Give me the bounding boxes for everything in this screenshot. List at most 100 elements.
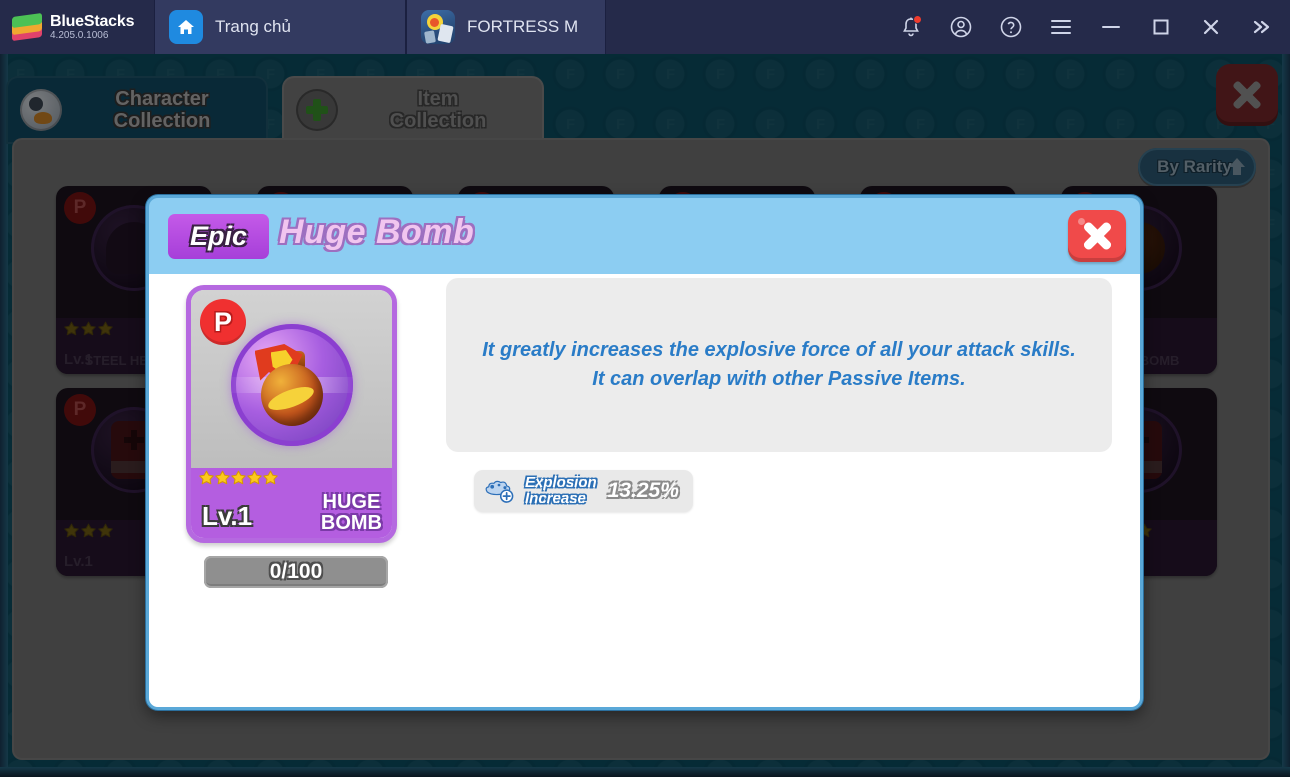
titlebar-spacer [606, 0, 886, 54]
bluestacks-version: 4.205.0.1006 [50, 29, 109, 41]
dialog-close-button[interactable] [1068, 210, 1126, 262]
item-detail-dialog: Epic Huge Bomb P Lv.1 HUGE BOMB 0/100 It… [146, 195, 1143, 710]
star-icon [247, 470, 262, 490]
frame-right-edge [1282, 54, 1290, 777]
item-card-level: Lv.1 [202, 501, 253, 531]
star-icon [81, 321, 96, 336]
bomb-orb-icon [230, 324, 353, 446]
passive-tag-label: P [213, 306, 232, 337]
background-letter: F [1116, 66, 1126, 83]
star-icon [215, 470, 230, 490]
explosion-increase-icon [485, 480, 514, 503]
item-card-name-line2: BOMB [320, 512, 382, 534]
background-letter: F [766, 66, 776, 83]
star-icon [81, 523, 96, 538]
background-letter: F [666, 66, 676, 83]
notification-badge [913, 15, 922, 24]
background-letter: F [1116, 116, 1126, 133]
item-card-artwork: P [191, 290, 392, 480]
star-icon [199, 470, 214, 485]
close-button[interactable] [1186, 0, 1236, 54]
item-card-level: Lv.1 [64, 553, 93, 570]
tab-item-line1: Item [417, 88, 459, 110]
stat-value: 13.25% [607, 479, 679, 502]
bluestacks-brand: BlueStacks 4.205.0.1006 [0, 0, 154, 54]
background-letter: F [616, 66, 626, 83]
sort-by-rarity-label: By Rarity [1157, 157, 1232, 176]
close-icon [1231, 79, 1263, 111]
item-card-name-line1: HUGE [322, 491, 381, 513]
minimize-button[interactable] [1086, 0, 1136, 54]
help-button[interactable] [986, 0, 1036, 54]
star-icon [231, 470, 246, 490]
tab-item-collection-label: Item Collection [348, 88, 544, 132]
stat-label-line2: Increase [525, 490, 586, 507]
star-icon [215, 470, 230, 485]
star-icon [247, 470, 262, 485]
sort-by-rarity-button[interactable]: By Rarity [1138, 148, 1256, 186]
bluestacks-name: BlueStacks [50, 12, 135, 30]
star-icon [98, 321, 113, 336]
background-letter: F [1066, 66, 1076, 83]
background-letter: F [966, 116, 976, 133]
notifications-button[interactable] [886, 0, 936, 54]
tab-fortress-m[interactable]: FORTRESS M [406, 0, 606, 54]
frame-bottom-edge [0, 767, 1290, 777]
item-progress-label: 0/100 [269, 560, 323, 583]
expand-sidebar-button[interactable] [1236, 0, 1286, 54]
tab-trang-chu[interactable]: Trang chủ [154, 0, 406, 54]
game-icon [421, 10, 455, 44]
background-letter: F [916, 66, 926, 83]
background-letter: F [766, 116, 776, 133]
rarity-badge-label: Epic [189, 221, 248, 251]
item-card-stars [64, 523, 113, 538]
frame-left-edge [0, 54, 8, 777]
collection-tabs: Character Collection Item Collection [6, 76, 544, 144]
background-letter: F [616, 116, 626, 133]
background-letter: F [1016, 116, 1026, 133]
star-icon [263, 470, 278, 490]
item-progress-bar: 0/100 [204, 556, 388, 588]
plus-icon [296, 89, 338, 131]
star-icon [263, 470, 278, 485]
background-letter: F [866, 66, 876, 83]
bluestacks-titlebar: BlueStacks 4.205.0.1006 Trang chủ FORTRE… [0, 0, 1290, 54]
star-icon [231, 470, 246, 485]
star-icon [64, 523, 79, 538]
menu-button[interactable] [1036, 0, 1086, 54]
close-icon [1082, 221, 1112, 251]
description-line1: It greatly increases the explosive force… [482, 339, 1076, 361]
item-card-stars [64, 321, 113, 336]
screen-root: BlueStacks 4.205.0.1006 Trang chủ FORTRE… [0, 0, 1290, 777]
stat-chip: Explosion Increase 13.25% [474, 470, 693, 512]
character-icon [20, 89, 62, 131]
background-letter: F [1166, 116, 1176, 133]
background-letter: F [566, 116, 576, 133]
background-letter: F [1016, 66, 1026, 83]
item-description-text: It greatly increases the explosive force… [482, 336, 1076, 394]
tab-fortress-m-label: FORTRESS M [467, 17, 579, 36]
maximize-button[interactable] [1136, 0, 1186, 54]
background-letter: F [816, 116, 826, 133]
account-button[interactable] [936, 0, 986, 54]
background-letter: F [716, 66, 726, 83]
bluestacks-brand-text: BlueStacks 4.205.0.1006 [50, 13, 134, 42]
item-description-box: It greatly increases the explosive force… [446, 278, 1112, 452]
star-icon [64, 321, 79, 336]
background-letter: F [966, 66, 976, 83]
tab-item-collection[interactable]: Item Collection [282, 76, 544, 144]
window-controls [886, 0, 1290, 54]
dialog-title: Huge Bomb [279, 213, 475, 251]
passive-tag: P [64, 192, 96, 224]
bluestacks-logo-icon [12, 12, 42, 42]
star-icon [98, 523, 113, 538]
tab-character-collection[interactable]: Character Collection [6, 76, 268, 144]
tab-item-line2: Collection [389, 110, 487, 132]
game-close-button[interactable] [1216, 64, 1278, 126]
background-letter: F [916, 116, 926, 133]
tab-char-line1: Character [115, 88, 209, 110]
item-card-name: HUGE BOMB [321, 492, 382, 534]
item-card[interactable]: P Lv.1 HUGE BOMB [186, 285, 397, 543]
game-viewport: FFFFFFFFFFFFFFFFFFFFFFFFFFFFFFFFFFFFFFFF… [0, 54, 1290, 777]
passive-tag: P [64, 394, 96, 426]
